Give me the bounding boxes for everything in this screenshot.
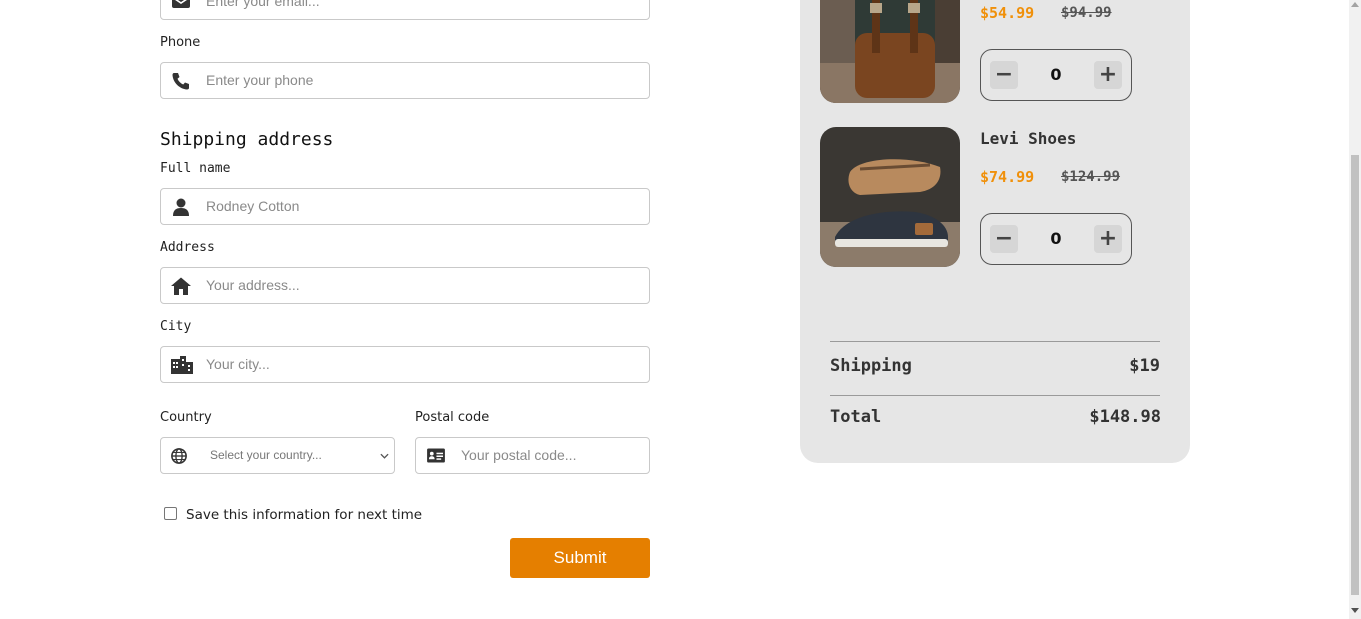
product-image-shoes bbox=[820, 127, 960, 267]
city-icon bbox=[171, 356, 193, 374]
city-placeholder: Your city... bbox=[206, 356, 270, 372]
address-field[interactable]: Your address... bbox=[160, 267, 650, 304]
save-checkbox-label[interactable]: Save this information for next time bbox=[186, 507, 422, 523]
fullname-label: Full name bbox=[160, 161, 231, 176]
plus-icon[interactable]: + bbox=[1094, 225, 1122, 253]
quantity-stepper[interactable]: − 0 + bbox=[980, 49, 1132, 101]
item-price: $54.99 bbox=[980, 4, 1035, 22]
divider bbox=[830, 341, 1160, 342]
envelope-icon bbox=[172, 0, 190, 8]
divider bbox=[830, 395, 1160, 396]
fullname-field[interactable]: Rodney Cotton bbox=[160, 188, 650, 225]
scroll-down-arrow[interactable] bbox=[1351, 608, 1359, 613]
fullname-placeholder: Rodney Cotton bbox=[206, 198, 300, 214]
product-image-backpack bbox=[820, 0, 960, 103]
country-placeholder: Select your country... bbox=[210, 448, 322, 462]
item-price: $74.99 bbox=[980, 168, 1035, 186]
chevron-down-icon bbox=[380, 453, 389, 459]
shipping-value: $19 bbox=[1129, 356, 1160, 376]
home-icon bbox=[171, 277, 191, 295]
item-old-price: $124.99 bbox=[1061, 169, 1121, 185]
item-name: Levi Shoes bbox=[980, 129, 1077, 148]
item-old-price: $94.99 bbox=[1061, 5, 1112, 21]
address-label: Address bbox=[160, 240, 215, 255]
phone-field[interactable]: Enter your phone bbox=[160, 62, 650, 99]
country-label: Country bbox=[160, 410, 212, 425]
scroll-up-arrow[interactable] bbox=[1351, 2, 1359, 7]
user-icon bbox=[173, 198, 189, 216]
scrollbar-thumb[interactable] bbox=[1351, 155, 1359, 595]
city-label: City bbox=[160, 319, 192, 334]
submit-button[interactable]: Submit bbox=[510, 538, 650, 578]
id-card-icon bbox=[427, 448, 445, 463]
shipping-label: Shipping bbox=[830, 356, 912, 376]
address-placeholder: Your address... bbox=[206, 277, 300, 293]
shipping-heading: Shipping address bbox=[160, 129, 334, 150]
postal-label: Postal code bbox=[415, 410, 490, 425]
email-field[interactable]: Enter your email... bbox=[160, 0, 650, 20]
phone-placeholder: Enter your phone bbox=[206, 72, 314, 88]
save-checkbox[interactable] bbox=[164, 507, 177, 520]
phone-icon bbox=[172, 73, 189, 90]
plus-icon[interactable]: + bbox=[1094, 61, 1122, 89]
postal-field[interactable]: Your postal code... bbox=[415, 437, 650, 474]
quantity-stepper[interactable]: − 0 + bbox=[980, 213, 1132, 265]
city-field[interactable]: Your city... bbox=[160, 346, 650, 383]
total-label: Total bbox=[830, 407, 882, 427]
postal-placeholder: Your postal code... bbox=[461, 447, 577, 463]
phone-label: Phone bbox=[160, 35, 201, 50]
total-value: $148.98 bbox=[1089, 407, 1161, 427]
email-placeholder: Enter your email... bbox=[206, 0, 320, 9]
country-select[interactable]: Select your country... bbox=[160, 437, 395, 474]
globe-icon bbox=[171, 448, 187, 464]
